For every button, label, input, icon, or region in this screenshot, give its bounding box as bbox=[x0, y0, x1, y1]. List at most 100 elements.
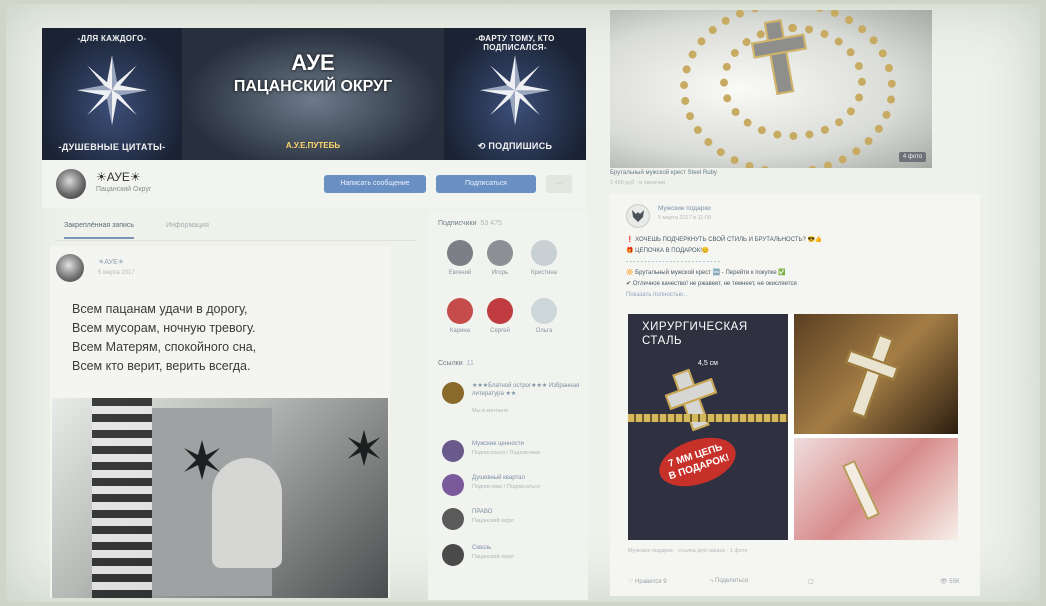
collage-photo-box[interactable] bbox=[794, 314, 958, 434]
member-name[interactable]: Евгений bbox=[438, 270, 482, 276]
feed-photo-collage[interactable]: ХИРУРГИЧЕСКАЯ СТАЛЬ 4,5 см 7 ММ ЦЕПЬ В П… bbox=[628, 314, 958, 540]
link-item[interactable]: Мужские ценности Подписаться / Подписчики bbox=[436, 440, 586, 470]
member-name[interactable]: Сергей bbox=[478, 328, 522, 334]
members-title[interactable]: Подписчики 53 475 bbox=[438, 220, 502, 227]
link-subtitle: Мы в контакте bbox=[472, 408, 509, 414]
comment-icon[interactable]: ▢ bbox=[808, 578, 814, 585]
banner-center-subtitle: ПАЦАНСКИЙ ОКРУГ bbox=[233, 78, 393, 95]
member-item[interactable]: Игорь bbox=[478, 240, 522, 276]
group-cover-banner: -ДЛЯ КАЖДОГО- -ДУШЕВНЫЕ ЦИТАТЫ- АУЕ ПАЦА… bbox=[42, 28, 586, 160]
member-avatar[interactable] bbox=[447, 298, 473, 324]
banner-right-bottom-text: ⟲ ПОДПИШИСЬ bbox=[477, 141, 553, 151]
nautical-star-icon bbox=[77, 55, 147, 126]
banner-center-title: АУЕ bbox=[291, 50, 335, 75]
post-author-name[interactable]: ☀АУЕ☀ bbox=[98, 258, 124, 266]
links-title-label: Ссылки bbox=[438, 360, 463, 367]
share-button[interactable]: ⤷ Поделиться bbox=[710, 578, 748, 585]
tab-pinned-post[interactable]: Закреплённая запись bbox=[64, 222, 135, 239]
link-title[interactable]: Сквозь bbox=[472, 544, 582, 552]
feed-author-name[interactable]: Мужские подарки bbox=[658, 205, 711, 212]
like-button[interactable]: ♡ Нравится 9 bbox=[628, 578, 667, 585]
feed-text-line[interactable]: Показать полностью… bbox=[626, 291, 689, 299]
link-subtitle: Подписаться / Подписчики bbox=[472, 450, 540, 456]
member-avatar[interactable] bbox=[447, 240, 473, 266]
post-line: Всем Матерям, спокойного сна, bbox=[72, 340, 257, 354]
collage-headline-line: СТАЛЬ bbox=[642, 335, 683, 347]
collage-main-photo[interactable]: ХИРУРГИЧЕСКАЯ СТАЛЬ 4,5 см 7 ММ ЦЕПЬ В П… bbox=[628, 314, 788, 540]
collage-photo-hand[interactable] bbox=[794, 438, 958, 540]
post-text: Всем пацанам удачи в дорогу, Всем мусора… bbox=[72, 300, 382, 376]
product-photo[interactable]: 4 фото bbox=[610, 10, 932, 168]
post-line: Всем пацанам удачи в дорогу, bbox=[72, 302, 248, 316]
nautical-star-icon bbox=[480, 55, 550, 126]
link-title[interactable]: Душевный квартал bbox=[472, 474, 582, 482]
link-title[interactable]: Мужские ценности bbox=[472, 440, 582, 448]
star-icon bbox=[347, 429, 381, 467]
link-avatar[interactable] bbox=[442, 474, 464, 496]
member-item[interactable]: Кристина bbox=[522, 240, 566, 276]
link-title[interactable]: ★★★Блатной острог★★★ Избранная литератур… bbox=[472, 382, 582, 398]
link-avatar[interactable] bbox=[442, 508, 464, 530]
collage-cross bbox=[841, 459, 881, 521]
projected-screen: -ДЛЯ КАЖДОГО- -ДУШЕВНЫЕ ЦИТАТЫ- АУЕ ПАЦА… bbox=[6, 4, 1040, 602]
collage-chain-band bbox=[628, 414, 788, 422]
member-avatar[interactable] bbox=[487, 298, 513, 324]
post-line: Всем мусорам, ночную тревогу. bbox=[72, 321, 256, 335]
link-item[interactable]: ПРАВО Пацанский округ bbox=[436, 508, 586, 538]
post-date[interactable]: 5 марта 2017 bbox=[98, 270, 135, 276]
group-status: Пацанский Округ bbox=[96, 186, 152, 193]
member-item[interactable]: Карина bbox=[438, 298, 482, 334]
feed-photo-caption[interactable]: Мужские подарки · ссылка для заказа · 1 … bbox=[628, 548, 747, 554]
links-title[interactable]: Ссылки 11 bbox=[438, 360, 474, 367]
feed-date[interactable]: 5 марта 2017 в 11:09 bbox=[658, 215, 711, 221]
link-item[interactable]: ★★★Блатной острог★★★ Избранная литератур… bbox=[436, 382, 586, 414]
collage-gift-label: 7 ММ ЦЕПЬ В ПОДАРОК! bbox=[653, 428, 742, 496]
member-name[interactable]: Ольга bbox=[522, 328, 566, 334]
link-subtitle: Подписчики / Подписаться bbox=[472, 484, 540, 490]
feed-text-line: 🎁 ЦЕПОЧКА В ПОДАРОК!😊 bbox=[626, 248, 710, 254]
more-actions-button[interactable]: ··· bbox=[546, 175, 572, 193]
banner-left-bottom-text: -ДУШЕВНЫЕ ЦИТАТЫ- bbox=[58, 142, 166, 152]
photo-strip bbox=[92, 398, 152, 598]
product-title[interactable]: Брутальный мужской крест Steel Ruby bbox=[610, 170, 717, 176]
member-avatar[interactable] bbox=[531, 240, 557, 266]
pinned-post: ☀АУЕ☀ 5 марта 2017 Всем пацанам удачи в … bbox=[50, 246, 390, 598]
banner-center-panel: АУЕ ПАЦАНСКИЙ ОКРУГ А.У.Е.ПУТЕБЬ bbox=[182, 28, 444, 160]
link-subtitle: Пацанский округ bbox=[472, 518, 515, 524]
banner-center-tag: А.У.Е.ПУТЕБЬ bbox=[285, 141, 341, 150]
feed-author-avatar[interactable] bbox=[626, 204, 650, 228]
member-item[interactable]: Евгений bbox=[438, 240, 482, 276]
member-item[interactable]: Ольга bbox=[522, 298, 566, 334]
links-count: 11 bbox=[466, 360, 474, 367]
member-avatar[interactable] bbox=[487, 240, 513, 266]
banner-right-top-text: -ФАРТУ ТОМУ, КТО ПОДПИСАЛСЯ- bbox=[475, 34, 555, 52]
group-sidebar: Подписчики 53 475 Евгений Игорь Кристина Кар… bbox=[428, 210, 588, 600]
post-photo[interactable] bbox=[52, 398, 388, 598]
star-icon bbox=[184, 440, 220, 480]
post-author-avatar[interactable] bbox=[56, 254, 84, 282]
link-avatar[interactable] bbox=[442, 544, 464, 566]
subscribe-button[interactable]: Подписаться bbox=[436, 175, 536, 193]
link-title[interactable]: ПРАВО bbox=[472, 508, 582, 516]
feed-post: Мужские подарки 5 марта 2017 в 11:09 ❗ Х… bbox=[610, 194, 980, 596]
member-name[interactable]: Карина bbox=[438, 328, 482, 334]
photo-count-badge: 4 фото bbox=[898, 152, 926, 162]
member-avatar[interactable] bbox=[531, 298, 557, 324]
tab-information[interactable]: Информация bbox=[166, 222, 209, 229]
collage-measure: 4,5 см bbox=[698, 360, 718, 367]
collage-headline: ХИРУРГИЧЕСКАЯ СТАЛЬ bbox=[642, 320, 748, 348]
views-counter: 👁 55К bbox=[940, 579, 960, 585]
member-name[interactable]: Кристина bbox=[522, 270, 566, 276]
banner-left-top-text: -ДЛЯ КАЖДОГО- bbox=[77, 34, 147, 43]
group-name[interactable]: ☀АУЕ☀ bbox=[96, 170, 141, 184]
link-item[interactable]: Сквозь Пацанский округ bbox=[436, 544, 586, 574]
link-avatar[interactable] bbox=[442, 382, 464, 404]
members-count: 53 475 bbox=[480, 220, 502, 227]
link-item[interactable]: Душевный квартал Подписчики / Подписаться bbox=[436, 474, 586, 504]
group-avatar[interactable] bbox=[56, 169, 86, 199]
member-name[interactable]: Игорь bbox=[478, 270, 522, 276]
group-header: ☀АУЕ☀ Пацанский Округ Написать сообщение… bbox=[42, 160, 586, 208]
link-avatar[interactable] bbox=[442, 440, 464, 462]
member-item[interactable]: Сергей bbox=[478, 298, 522, 334]
send-message-button[interactable]: Написать сообщение bbox=[324, 175, 426, 193]
